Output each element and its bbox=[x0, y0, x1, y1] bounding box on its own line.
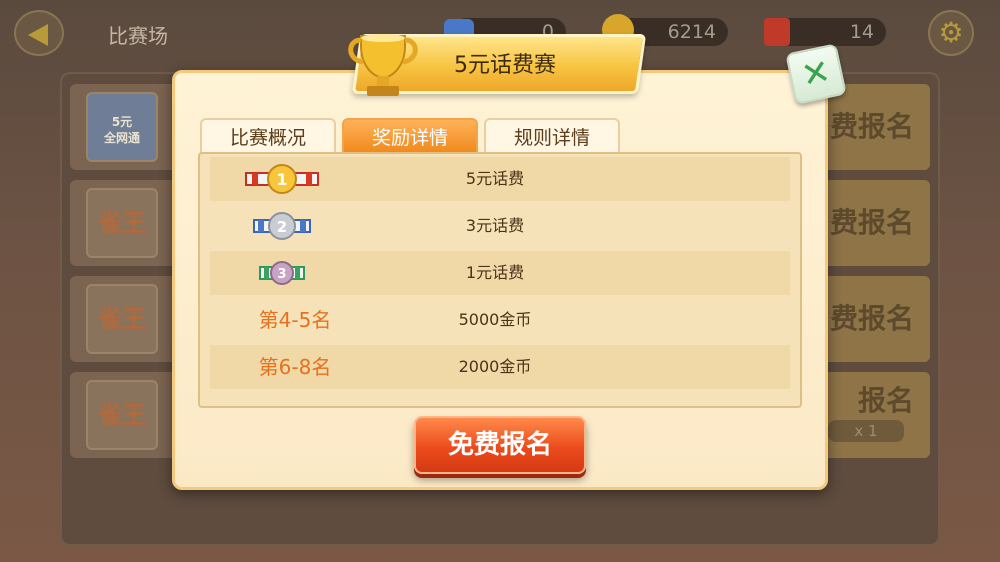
trophy-icon bbox=[348, 34, 418, 96]
signup-label: 报名 bbox=[857, 384, 914, 417]
tab-overview[interactable]: 比赛概况 bbox=[200, 118, 336, 154]
gear-icon[interactable]: ⚙ bbox=[928, 10, 974, 56]
table-row: 第6-8名 2000金币 bbox=[210, 345, 790, 389]
match-thumbnail: 雀王 bbox=[86, 188, 158, 258]
match-thumbnail: 5元 全网通 bbox=[86, 92, 158, 162]
prize-value: 5000金币 bbox=[458, 310, 532, 329]
back-arrow-icon[interactable] bbox=[14, 10, 64, 56]
close-icon: ✕ bbox=[797, 51, 835, 97]
svg-text:3: 3 bbox=[277, 267, 286, 282]
ticket-counter: 14 bbox=[764, 18, 886, 46]
match-thumbnail: 雀王 bbox=[86, 380, 158, 450]
gold-medal-1-icon: 1 bbox=[245, 164, 319, 194]
free-signup-button[interactable]: 免费报名 bbox=[414, 416, 586, 474]
table-row: 1 5元话费 bbox=[210, 157, 790, 201]
prize-value: 2000金币 bbox=[458, 357, 532, 376]
rank-label: 第6-8名 bbox=[258, 355, 332, 379]
rank-label: 第4-5名 bbox=[258, 308, 332, 332]
ticket-count: 14 bbox=[849, 21, 874, 43]
table-row: 2 3元话费 bbox=[210, 204, 790, 248]
table-row: 3 1元话费 bbox=[210, 251, 790, 295]
screen-title: 比赛场 bbox=[108, 24, 168, 48]
bronze-medal-3-icon: 3 bbox=[259, 261, 305, 285]
svg-text:1: 1 bbox=[276, 170, 287, 189]
ticket-icon bbox=[764, 18, 790, 46]
prize-value: 1元话费 bbox=[465, 263, 525, 282]
table-row: 第4-5名 5000金币 bbox=[210, 298, 790, 342]
close-button[interactable]: ✕ bbox=[785, 43, 847, 105]
tab-rules[interactable]: 规则详情 bbox=[484, 118, 620, 154]
coin-count: 6214 bbox=[667, 21, 716, 43]
ticket-cost: x 1 bbox=[828, 420, 904, 442]
tab-rewards[interactable]: 奖励详情 bbox=[342, 118, 478, 154]
prize-value: 3元话费 bbox=[465, 216, 525, 235]
match-thumbnail: 雀王 bbox=[86, 284, 158, 354]
silver-medal-2-icon: 2 bbox=[253, 212, 311, 240]
prize-value: 5元话费 bbox=[465, 169, 525, 188]
svg-text:2: 2 bbox=[277, 218, 287, 236]
